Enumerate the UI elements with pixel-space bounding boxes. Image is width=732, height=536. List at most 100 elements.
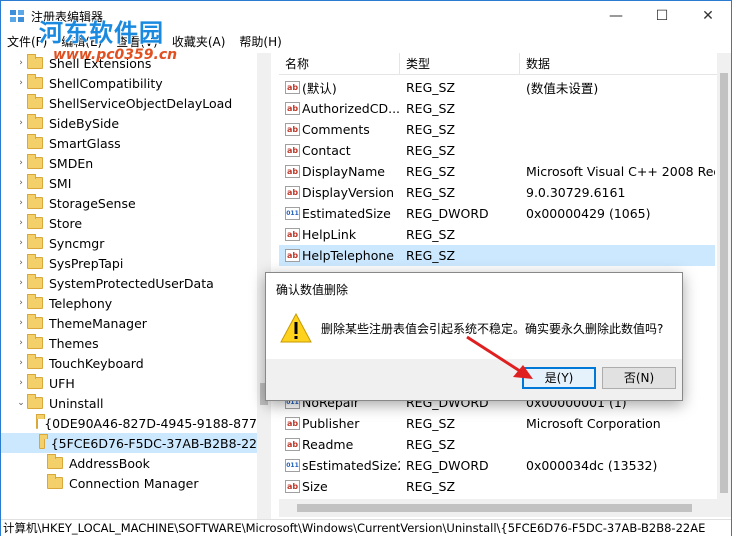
tree-expand-icon[interactable]: ⌄: [15, 398, 27, 408]
column-header-type[interactable]: 类型: [400, 53, 520, 75]
tree-item[interactable]: {0DE90A46-827D-4945-9188-877: [1, 413, 257, 433]
confirm-delete-dialog: 确认数值删除 删除某些注册表值会引起系统不稳定。确实要永久删除此数值吗? 是(Y…: [265, 272, 683, 401]
tree-item[interactable]: › Syncmgr: [1, 233, 257, 253]
yes-button[interactable]: 是(Y): [522, 367, 596, 389]
list-horizontal-scrollbar[interactable]: [279, 499, 731, 517]
table-row[interactable]: ab Publisher REG_SZ Microsoft Corporation: [279, 413, 715, 434]
tree-expand-icon[interactable]: ›: [15, 378, 27, 388]
tree-expand-icon[interactable]: ›: [15, 338, 27, 348]
table-row[interactable]: ab Readme REG_SZ: [279, 434, 715, 455]
column-header-data[interactable]: 数据: [520, 53, 719, 75]
string-value-icon: ab: [285, 249, 300, 262]
tree-item[interactable]: › SMDEn: [1, 153, 257, 173]
binary-value-icon: 011: [285, 207, 300, 220]
menu-bar: 文件(F) 编辑(E) 查看(V) 收藏夹(A) 帮助(H): [1, 31, 731, 51]
tree-expand-icon[interactable]: ›: [15, 118, 27, 128]
value-data: Microsoft Corporation: [526, 416, 661, 431]
value-data: (数值未设置): [526, 81, 599, 96]
tree-item-label: Themes: [49, 335, 99, 351]
folder-icon: [27, 374, 43, 389]
maximize-button[interactable]: ☐: [639, 1, 685, 31]
tree-item[interactable]: › StorageSense: [1, 193, 257, 213]
minimize-button[interactable]: —: [593, 1, 639, 31]
menu-edit[interactable]: 编辑(E): [61, 33, 102, 50]
list-vertical-scrollbar-thumb[interactable]: [720, 73, 728, 493]
tree-item[interactable]: › Themes: [1, 333, 257, 353]
tree-expand-icon[interactable]: ›: [15, 358, 27, 368]
menu-file[interactable]: 文件(F): [7, 33, 47, 50]
table-row[interactable]: ab DisplayName REG_SZ Microsoft Visual C++ …: [279, 161, 715, 182]
close-icon: ✕: [702, 8, 714, 24]
value-name: EstimatedSize: [302, 206, 391, 221]
table-row[interactable]: ab Comments REG_SZ: [279, 119, 715, 140]
value-name: DisplayVersion: [302, 185, 395, 200]
tree-item-label: StorageSense: [49, 195, 136, 211]
tree-item-label: {0DE90A46-827D-4945-9188-877: [44, 415, 257, 431]
value-type: REG_SZ: [406, 248, 456, 263]
value-name-cell: ab HelpLink: [279, 227, 400, 242]
tree-expand-icon[interactable]: ›: [15, 258, 27, 268]
tree-item[interactable]: SmartGlass: [1, 133, 257, 153]
tree-item[interactable]: › UFH: [1, 373, 257, 393]
table-row[interactable]: 011 EstimatedSize REG_DWORD 0x00000429 (106…: [279, 203, 715, 224]
list-horizontal-scrollbar-thumb[interactable]: [297, 504, 692, 512]
tree-expand-icon[interactable]: ›: [15, 278, 27, 288]
tree-item[interactable]: › Store: [1, 213, 257, 233]
tree-expand-icon[interactable]: ›: [15, 298, 27, 308]
tree-item[interactable]: › TouchKeyboard: [1, 353, 257, 373]
table-row[interactable]: ab (默认) REG_SZ (数值未设置): [279, 77, 715, 98]
tree-expand-icon[interactable]: ›: [15, 178, 27, 188]
table-row[interactable]: ab Size REG_SZ: [279, 476, 715, 497]
tree-item[interactable]: › SystemProtectedUserData: [1, 273, 257, 293]
value-type: REG_SZ: [406, 143, 456, 158]
column-header-name[interactable]: 名称: [279, 53, 400, 75]
tree-item[interactable]: AddressBook: [1, 453, 257, 473]
tree-expand-icon[interactable]: ›: [15, 58, 27, 68]
value-data: 9.0.30729.6161: [526, 185, 626, 200]
tree-expand-icon[interactable]: ›: [15, 198, 27, 208]
tree-item-label: SMI: [49, 175, 72, 191]
menu-help[interactable]: 帮助(H): [239, 33, 281, 50]
tree-expand-icon[interactable]: ›: [15, 78, 27, 88]
tree-item[interactable]: ⌄ Uninstall: [1, 393, 257, 413]
tree-item-label: Uninstall: [49, 395, 104, 411]
tree-item[interactable]: › SysPrepTapi: [1, 253, 257, 273]
tree-expand-icon[interactable]: ›: [15, 158, 27, 168]
status-bar-path: 计算机\HKEY_LOCAL_MACHINE\SOFTWARE\Microsof…: [1, 519, 731, 536]
tree-item-label: TouchKeyboard: [49, 355, 144, 371]
folder-icon: [27, 254, 43, 269]
tree-expand-icon[interactable]: ›: [15, 318, 27, 328]
tree-item[interactable]: › ThemeManager: [1, 313, 257, 333]
tree-expand-icon[interactable]: ›: [15, 238, 27, 248]
tree-item[interactable]: ShellServiceObjectDelayLoad: [1, 93, 257, 113]
registry-editor-window: 注册表编辑器 — ☐ ✕ 文件(F) 编辑(E) 查看(V) 收藏夹(A) 帮助…: [0, 0, 732, 536]
tree-item[interactable]: › SideBySide: [1, 113, 257, 133]
list-vertical-scrollbar[interactable]: [717, 53, 731, 499]
folder-icon: [27, 234, 43, 249]
tree-item[interactable]: {5FCE6D76-F5DC-37AB-B2B8-22: [1, 433, 257, 453]
tree-item[interactable]: › ShellCompatibility: [1, 73, 257, 93]
tree-item-label: Store: [49, 215, 83, 231]
tree-item[interactable]: › Shell Extensions: [1, 53, 257, 73]
table-row[interactable]: ab DisplayVersion REG_SZ 9.0.30729.6161: [279, 182, 715, 203]
tree-item[interactable]: › Telephony: [1, 293, 257, 313]
table-row[interactable]: ab Contact REG_SZ: [279, 140, 715, 161]
value-name: Contact: [302, 143, 351, 158]
tree-item[interactable]: › SMI: [1, 173, 257, 193]
tree-expand-icon[interactable]: ›: [15, 218, 27, 228]
table-row[interactable]: ab AuthorizedCD... REG_SZ: [279, 98, 715, 119]
menu-favorites[interactable]: 收藏夹(A): [172, 33, 226, 50]
folder-icon: [27, 114, 43, 129]
table-row[interactable]: ab HelpTelephone REG_SZ: [279, 245, 715, 266]
no-button[interactable]: 否(N): [602, 367, 676, 389]
table-row[interactable]: ab HelpLink REG_SZ: [279, 224, 715, 245]
folder-icon: [27, 334, 43, 349]
folder-icon: [35, 414, 44, 429]
folder-icon: [27, 134, 43, 149]
tree-item[interactable]: Connection Manager: [1, 473, 257, 493]
menu-view[interactable]: 查看(V): [116, 33, 158, 50]
close-button[interactable]: ✕: [685, 1, 731, 31]
value-name: (默认): [302, 81, 337, 96]
table-row[interactable]: 011 sEstimatedSize2 REG_DWORD 0x000034dc (1…: [279, 455, 715, 476]
registry-key-tree[interactable]: › Shell Extensions › ShellCompatibility Shel…: [1, 53, 271, 519]
